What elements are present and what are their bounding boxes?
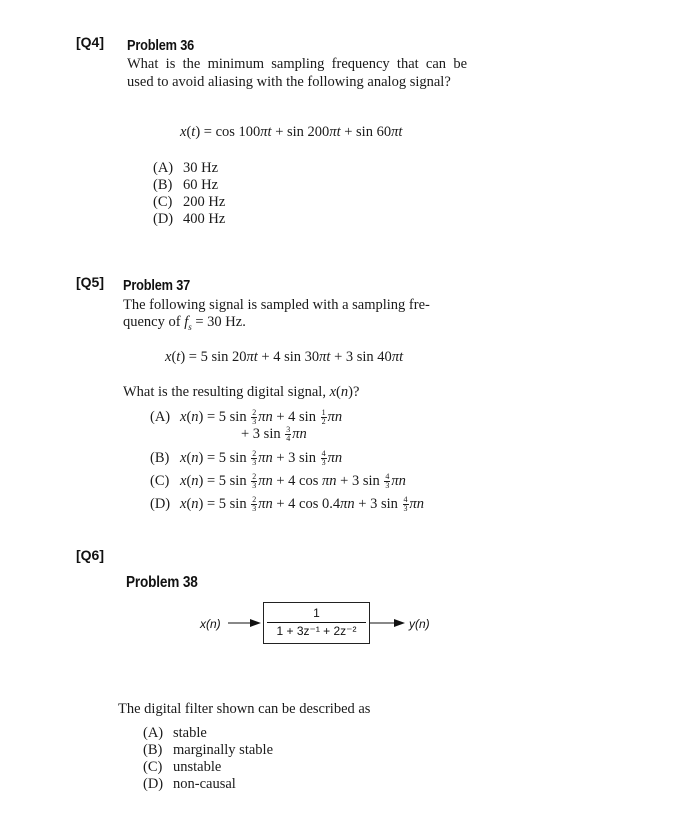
option-text: unstable <box>173 759 222 775</box>
option-text: stable <box>173 725 207 741</box>
transfer-function-box: 1 1 + 3z⁻¹ + 2z⁻² <box>263 602 370 644</box>
problem-prompt: What is the minimum sampling frequency t… <box>127 56 467 90</box>
option-formula: x(n) = 5 sin 2 3 πn + 3 sin 4 3 πn <box>180 449 343 468</box>
option-d[interactable]: (D) non-causal <box>143 776 273 793</box>
option-label: (D) <box>150 496 171 512</box>
option-b[interactable]: (B) marginally stable <box>143 742 273 759</box>
option-formula: x(n) = 5 sin 2 3 πn + 4 cos πn + 3 sin 43π… <box>180 472 406 491</box>
option-label: (C) <box>150 473 170 489</box>
prompt-text: quency of <box>123 314 185 330</box>
tf-numerator: 1 <box>313 606 320 620</box>
options-list: (A) stable (B) marginally stable (C) unstab… <box>143 725 273 793</box>
option-a[interactable]: (A) 30 Hz <box>153 160 225 177</box>
option-d[interactable]: (D) 400 Hz <box>153 211 225 228</box>
option-text: marginally stable <box>173 742 273 758</box>
option-text: 60 Hz <box>183 177 219 193</box>
output-arrow-icon <box>370 619 405 627</box>
problem-title: Problem 38 <box>126 574 198 591</box>
signal-equation: x(t) = 5 sin 20πt + 4 sin 30πt + 3 sin 4… <box>165 349 404 365</box>
option-c[interactable]: (C) unstable <box>143 759 273 776</box>
option-label: (C) <box>153 194 173 210</box>
option-label: (A) <box>143 725 164 741</box>
option-label: (D) <box>143 776 164 792</box>
option-label: (B) <box>150 450 170 466</box>
option-a[interactable]: (A) x(n) = 5 sin 2 3 πn + 4 sin 1 2 πn + 3 si… <box>150 409 342 443</box>
option-label: (D) <box>153 211 174 227</box>
problem-title: Problem 37 <box>123 277 191 294</box>
option-c[interactable]: (C) 200 Hz <box>153 194 225 211</box>
problem-prompt-line-2: quency of fs = 30 Hz. <box>123 314 246 336</box>
fraction-bar <box>267 622 366 623</box>
diagram-output-label: y(n) <box>409 617 430 631</box>
options-list: (A) 30 Hz (B) 60 Hz (C) 200 Hz (D) 400 Hz <box>153 160 225 228</box>
prompt-text: = 30 Hz. <box>191 314 246 330</box>
signal-equation: x(t) = cos 100πt + sin 200πt + sin 60πt <box>180 124 403 140</box>
option-label: (B) <box>143 742 163 758</box>
option-a[interactable]: (A) stable <box>143 725 273 742</box>
option-label: (A) <box>153 160 174 176</box>
question-tag: [Q6] <box>76 547 104 563</box>
option-text: 200 Hz <box>183 194 226 210</box>
problem-prompt-line-1: The following signal is sampled with a s… <box>123 297 430 313</box>
option-text: non-causal <box>173 776 236 792</box>
option-label: (C) <box>143 759 163 775</box>
option-formula-continued: + 3 sin 3 4 πn <box>241 425 307 444</box>
diagram-input-label: x(n) <box>200 617 221 631</box>
option-c[interactable]: (C) x(n) = 5 sin 2 3 πn + 4 cos πn + 3 sin … <box>150 473 406 490</box>
question-text: What is the resulting digital signal, x(… <box>123 384 360 400</box>
option-formula: x(n) = 5 sin 2 3 πn + 4 sin 1 2 πn <box>180 408 343 427</box>
filter-block-diagram: x(n) 1 1 + 3z⁻¹ + 2z⁻² y(n) <box>200 600 450 646</box>
option-formula: x(n) = 5 sin 2 3 πn + 4 cos 0.4πn + 3 sin … <box>180 495 425 514</box>
tf-denominator: 1 + 3z⁻¹ + 2z⁻² <box>276 624 357 638</box>
option-label: (B) <box>153 177 173 193</box>
problem-title: Problem 36 <box>127 37 195 54</box>
input-arrow-icon <box>228 619 261 627</box>
option-b[interactable]: (B) x(n) = 5 sin 2 3 πn + 3 sin 4 3 πn <box>150 450 342 467</box>
option-text: 400 Hz <box>183 211 226 227</box>
problem-prompt: The digital filter shown can be describe… <box>118 701 371 717</box>
option-b[interactable]: (B) 60 Hz <box>153 177 225 194</box>
question-tag: [Q5] <box>76 274 104 290</box>
question-tag: [Q4] <box>76 34 104 50</box>
option-d[interactable]: (D) x(n) = 5 sin 2 3 πn + 4 cos 0.4πn + 3 s… <box>150 496 424 513</box>
option-text: 30 Hz <box>183 160 219 176</box>
option-label: (A) <box>150 409 171 425</box>
